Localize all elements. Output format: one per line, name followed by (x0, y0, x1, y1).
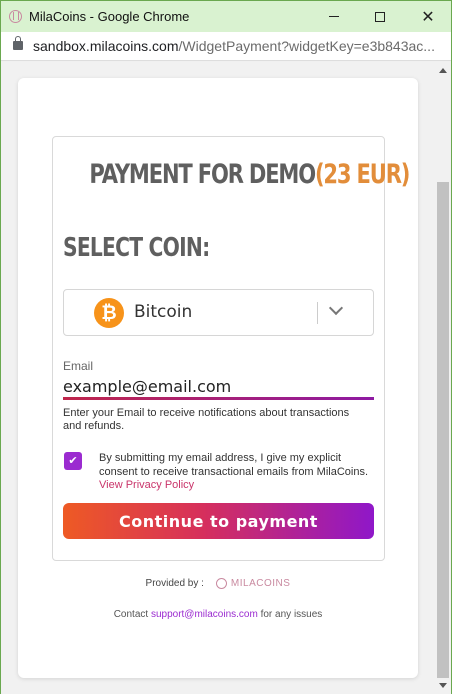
maximize-icon (375, 11, 385, 22)
payment-form: PAYMENT FOR DEMO(23 EUR) SELECT COIN: ₿ … (52, 136, 410, 561)
consent-statement: By submitting my email address, I give m… (99, 452, 369, 478)
privacy-policy-link[interactable]: View Privacy Policy (99, 479, 194, 491)
browser-window: MilaCoins - Google Chrome ✕ sandbox.mila… (0, 0, 452, 694)
contact-suffix: for any issues (260, 609, 323, 620)
close-icon: ✕ (421, 8, 435, 26)
milacoins-app-icon (9, 10, 22, 23)
contact-line: Contact support@milacoins.com for any is… (18, 609, 418, 620)
email-label: Email (63, 359, 94, 373)
scroll-up-icon[interactable] (439, 68, 447, 73)
title-bar: MilaCoins - Google Chrome ✕ (1, 1, 451, 32)
page-title: PAYMENT FOR DEMO(23 EUR) (89, 159, 410, 190)
email-hint: Enter your Email to receive notification… (63, 407, 350, 432)
coin-dropdown[interactable]: ₿ Bitcoin (63, 289, 374, 336)
contact-prefix: Contact (113, 609, 149, 620)
url-host: sandbox.milacoins.com (33, 38, 179, 54)
milacoins-logo-icon (215, 578, 227, 589)
provided-by: Provided by : MILACOINS (18, 578, 418, 589)
address-bar[interactable]: sandbox.milacoins.com/WidgetPayment?widg… (1, 32, 451, 61)
chevron-down-icon[interactable] (328, 300, 344, 316)
payment-amount: (23 EUR) (314, 159, 410, 190)
dropdown-divider (317, 302, 318, 324)
payment-title: PAYMENT FOR DEMO (89, 159, 316, 190)
bitcoin-icon: ₿ (94, 298, 124, 328)
email-field[interactable] (63, 375, 374, 400)
milacoins-logo[interactable]: MILACOINS (215, 578, 291, 589)
url-path: /WidgetPayment?widgetKey=e3b843ac... (178, 38, 435, 54)
close-button[interactable]: ✕ (405, 1, 451, 32)
vertical-scrollbar[interactable] (435, 62, 451, 694)
page-viewport: PAYMENT FOR DEMO(23 EUR) SELECT COIN: ₿ … (1, 62, 451, 694)
payment-widget-card: PAYMENT FOR DEMO(23 EUR) SELECT COIN: ₿ … (18, 78, 418, 678)
consent-text: By submitting my email address, I give m… (99, 452, 369, 493)
maximize-button[interactable] (357, 1, 403, 32)
scroll-thumb[interactable] (437, 182, 449, 678)
support-email-link[interactable]: support@milacoins.com (151, 609, 258, 620)
window-title: MilaCoins - Google Chrome (29, 9, 190, 24)
minimize-icon (329, 16, 339, 17)
continue-to-payment-button[interactable]: Continue to payment (63, 503, 374, 539)
scroll-down-icon[interactable] (439, 683, 447, 688)
provided-by-label: Provided by : (145, 578, 204, 589)
select-coin-heading: SELECT COIN: (63, 233, 210, 263)
consent-checkbox[interactable]: ✔ (64, 452, 82, 470)
minimize-button[interactable] (311, 1, 357, 32)
milacoins-logo-text: MILACOINS (230, 578, 291, 589)
lock-icon[interactable] (13, 36, 23, 50)
selected-coin: Bitcoin (134, 302, 193, 322)
url-text[interactable]: sandbox.milacoins.com/WidgetPayment?widg… (33, 38, 443, 54)
